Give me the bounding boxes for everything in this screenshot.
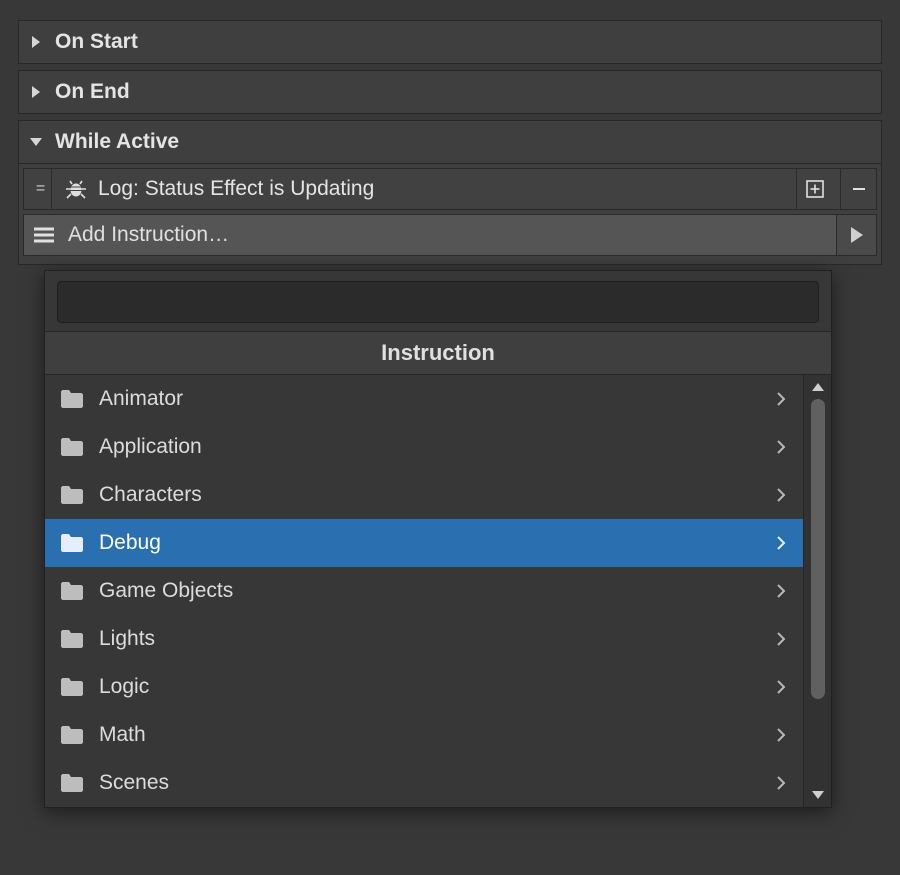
category-item-debug[interactable]: Debug [45,519,803,567]
section-title: While Active [55,130,179,154]
folder-icon [59,533,85,553]
category-label: Application [99,435,759,459]
chevron-right-icon [773,439,789,455]
category-item-application[interactable]: Application [45,423,803,471]
dropdown-header: Instruction [45,331,831,375]
add-instruction-label: Add Instruction… [68,223,826,247]
category-label: Debug [99,531,759,555]
folder-icon [59,677,85,697]
instruction-dropdown: Instruction Animator Application Character… [44,270,832,808]
chevron-right-icon [773,727,789,743]
section-header-while-active[interactable]: While Active [18,120,882,164]
category-item-animator[interactable]: Animator [45,375,803,423]
category-label: Animator [99,387,759,411]
foldout-down-icon [29,135,43,149]
foldout-right-icon [29,85,43,99]
folder-icon [59,725,85,745]
folder-icon [59,773,85,793]
instruction-row[interactable]: = Log: Status Effect is Updating [23,168,877,210]
chevron-right-icon [773,679,789,695]
add-instruction-row[interactable]: Add Instruction… [23,214,877,256]
section-body-while-active: = Log: Status Effect is Updating [18,164,882,265]
section-header-on-start[interactable]: On Start [18,20,882,64]
section-on-start: On Start [18,20,882,64]
chevron-right-icon [773,583,789,599]
bug-icon [62,178,90,200]
chevron-right-icon [773,535,789,551]
dropdown-title: Instruction [381,340,495,366]
list-icon [30,226,58,244]
folder-icon [59,629,85,649]
chevron-right-icon [773,775,789,791]
category-label: Characters [99,483,759,507]
dropdown-body: Animator Application Characters Debug Game O… [45,375,831,807]
search-input[interactable] [57,281,819,323]
category-item-characters[interactable]: Characters [45,471,803,519]
scrollbar[interactable] [803,375,831,807]
section-title: On Start [55,30,138,54]
category-label: Game Objects [99,579,759,603]
scrollbar-track[interactable] [811,397,825,785]
folder-icon [59,389,85,409]
drag-handle-icon[interactable]: = [30,169,52,209]
section-title: On End [55,80,130,104]
category-item-logic[interactable]: Logic [45,663,803,711]
category-item-scenes[interactable]: Scenes [45,759,803,807]
scroll-up-icon[interactable] [804,377,831,397]
chevron-right-icon [773,391,789,407]
remove-button[interactable] [840,169,876,209]
scrollbar-thumb[interactable] [811,399,825,699]
section-on-end: On End [18,70,882,114]
category-label: Scenes [99,771,759,795]
inspector-panel: On Start On End While Active = [0,0,900,291]
scroll-down-icon[interactable] [804,785,831,805]
section-while-active: While Active = Log: Status Effect is Upd… [18,120,882,265]
category-label: Lights [99,627,759,651]
category-item-math[interactable]: Math [45,711,803,759]
category-item-game-objects[interactable]: Game Objects [45,567,803,615]
folder-icon [59,485,85,505]
folder-icon [59,437,85,457]
chevron-right-icon [773,487,789,503]
section-header-on-end[interactable]: On End [18,70,882,114]
category-label: Math [99,723,759,747]
category-list: Animator Application Characters Debug Game O… [45,375,803,807]
category-label: Logic [99,675,759,699]
search-wrap [45,271,831,331]
chevron-right-icon [773,631,789,647]
play-button[interactable] [836,215,876,255]
add-child-button[interactable] [796,169,832,209]
folder-icon [59,581,85,601]
category-item-lights[interactable]: Lights [45,615,803,663]
foldout-right-icon [29,35,43,49]
instruction-label: Log: Status Effect is Updating [98,177,788,201]
